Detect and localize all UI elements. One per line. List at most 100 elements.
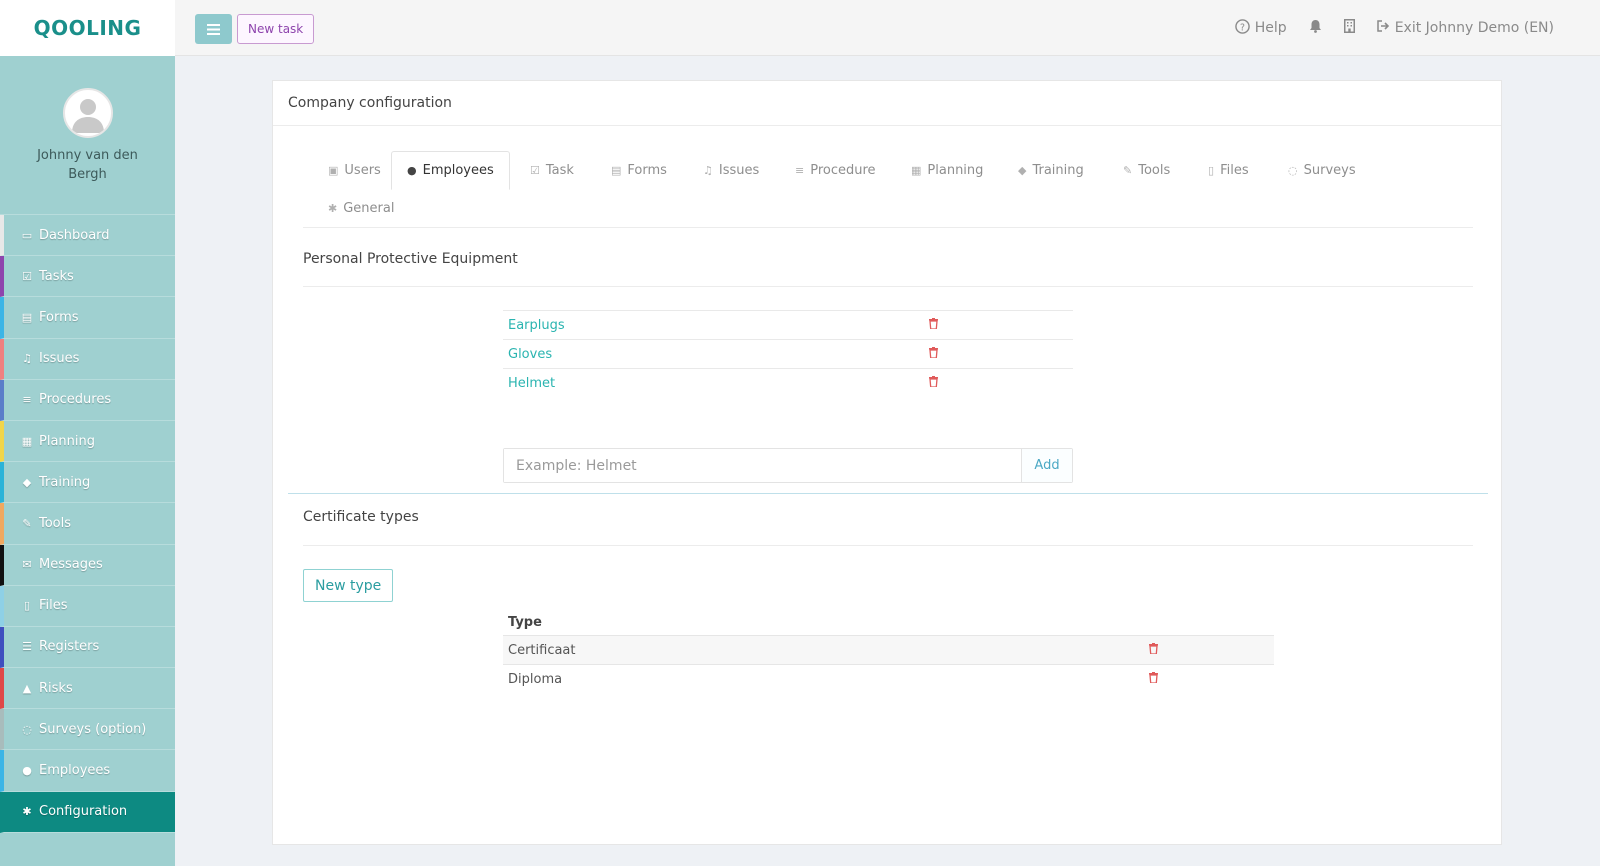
top-bar: QOOLING New task ? Help Exit Johnny Demo… bbox=[0, 0, 1600, 56]
config-tabs: ▣ Users ● Employees ☑ Task ▤ Forms ♫ Issues ≡ Proce… bbox=[303, 151, 1473, 228]
sidebar-item-label: Registers bbox=[39, 639, 100, 655]
tab-employees[interactable]: ● Employees bbox=[391, 151, 510, 190]
tab-label: Procedure bbox=[810, 163, 876, 178]
sidebar-item-risks[interactable]: ▲ Risks bbox=[0, 668, 175, 710]
sidebar-item-messages[interactable]: ✉ Messages bbox=[0, 544, 175, 586]
new-task-button[interactable]: New task bbox=[237, 14, 315, 44]
table-row: Certificaat bbox=[503, 635, 1274, 664]
users-icon: ● bbox=[407, 164, 417, 177]
user-name: Johnny van den Bergh bbox=[37, 148, 138, 182]
sidebar-item-configuration[interactable]: ✱ Configuration bbox=[0, 791, 175, 833]
svg-text:?: ? bbox=[1240, 22, 1245, 33]
trash-icon[interactable] bbox=[929, 347, 938, 361]
sidebar-item-tools[interactable]: ✎ Tools bbox=[0, 503, 175, 545]
file-icon: ▯ bbox=[23, 599, 31, 613]
tab-label: Planning bbox=[927, 163, 984, 178]
tab-label: Forms bbox=[627, 163, 667, 178]
comment-icon: ◌ bbox=[1288, 164, 1298, 177]
sidebar-item-files[interactable]: ▯ Files bbox=[0, 585, 175, 627]
sidebar-item-label: Forms bbox=[39, 309, 79, 325]
add-ppe-group: Add bbox=[503, 448, 1073, 483]
building-icon bbox=[1343, 19, 1355, 37]
sidebar-item-dashboard[interactable]: ▭ Dashboard bbox=[0, 215, 175, 257]
notifications-button[interactable] bbox=[1309, 19, 1322, 37]
bell-icon bbox=[1309, 19, 1322, 37]
checkbox-icon: ☑ bbox=[530, 164, 540, 177]
comment-icon: ◌ bbox=[22, 722, 32, 736]
tab-planning[interactable]: ▦ Planning bbox=[896, 151, 998, 190]
new-type-button[interactable]: New type bbox=[303, 569, 394, 602]
sidebar-item-employees[interactable]: ● Employees bbox=[0, 750, 175, 792]
tab-issues[interactable]: ♫ Issues bbox=[688, 151, 774, 190]
sidebar-item-label: Tasks bbox=[39, 268, 74, 284]
ppe-item-link[interactable]: Gloves bbox=[503, 347, 552, 362]
certificate-section-title: Certificate types bbox=[303, 509, 419, 525]
tab-task[interactable]: ☑ Task bbox=[515, 151, 589, 190]
bell-icon: ♫ bbox=[703, 164, 713, 177]
list-item: Earplugs bbox=[503, 310, 1073, 339]
monitor-icon: ▭ bbox=[21, 228, 33, 242]
logo[interactable]: QOOLING bbox=[34, 16, 142, 40]
id-card-icon: ▣ bbox=[328, 164, 339, 177]
trash-icon[interactable] bbox=[1149, 643, 1158, 657]
sidebar-item-label: Surveys (option) bbox=[39, 721, 147, 737]
sidebar-item-label: Files bbox=[39, 598, 68, 614]
tab-surveys[interactable]: ◌ Surveys bbox=[1273, 151, 1371, 190]
sign-out-icon bbox=[1376, 20, 1390, 36]
document-icon: ▤ bbox=[21, 310, 33, 324]
list-item: Helmet bbox=[503, 368, 1073, 397]
ppe-item-link[interactable]: Earplugs bbox=[503, 318, 565, 333]
gear-icon: ✱ bbox=[328, 202, 338, 215]
exit-demo-link[interactable]: Exit Johnny Demo (EN) bbox=[1376, 20, 1554, 36]
sidebar-item-label: Risks bbox=[39, 680, 73, 696]
sidebar-item-registers[interactable]: ☰ Registers bbox=[0, 626, 175, 669]
sidebar-nav: ▭ Dashboard ☑ Tasks ▤ Forms ♫ Issues ≡ Procedures… bbox=[0, 215, 175, 833]
sidebar-item-forms[interactable]: ▤ Forms bbox=[0, 297, 175, 339]
tab-users[interactable]: ▣ Users bbox=[313, 151, 396, 190]
company-button[interactable] bbox=[1343, 19, 1355, 37]
sidebar-item-tasks[interactable]: ☑ Tasks bbox=[0, 256, 175, 298]
tab-forms[interactable]: ▤ Forms bbox=[596, 151, 682, 190]
sidebar-item-training[interactable]: ◆ Training bbox=[0, 462, 175, 504]
trash-icon[interactable] bbox=[929, 376, 938, 390]
add-ppe-button[interactable]: Add bbox=[1021, 449, 1072, 482]
envelope-icon: ✉ bbox=[22, 558, 32, 572]
tab-label: Task bbox=[545, 163, 574, 178]
trash-icon[interactable] bbox=[1149, 672, 1158, 686]
divider bbox=[303, 545, 1473, 546]
tab-label: Users bbox=[344, 163, 381, 178]
sidebar-item-planning[interactable]: ▦ Planning bbox=[0, 420, 175, 463]
help-label: Help bbox=[1254, 20, 1287, 36]
logo-area[interactable]: QOOLING bbox=[0, 0, 175, 56]
table-header-type: Type bbox=[508, 614, 542, 630]
sidebar-item-surveys-option[interactable]: ◌ Surveys (option) bbox=[0, 709, 175, 751]
document-icon: ▤ bbox=[611, 164, 622, 177]
tab-label: Issues bbox=[718, 163, 760, 178]
tab-label: Training bbox=[1032, 163, 1084, 178]
list-item: Gloves bbox=[503, 339, 1073, 368]
help-link[interactable]: ? Help bbox=[1235, 18, 1287, 38]
ppe-input[interactable] bbox=[504, 449, 1021, 482]
certificate-types-table: Type Certificaat Diploma bbox=[503, 609, 1274, 693]
tab-tools[interactable]: ✎ Tools bbox=[1108, 151, 1185, 190]
ppe-section-title: Personal Protective Equipment bbox=[303, 251, 518, 267]
tab-training[interactable]: ◆ Training bbox=[1003, 151, 1099, 190]
trash-icon[interactable] bbox=[929, 318, 938, 332]
calendar-icon: ▦ bbox=[21, 434, 33, 448]
menu-toggle-button[interactable] bbox=[195, 14, 232, 44]
graduation-cap-icon: ◆ bbox=[1018, 164, 1027, 177]
tab-files[interactable]: ▯ Files bbox=[1193, 151, 1264, 190]
tab-general[interactable]: ✱ General bbox=[313, 189, 409, 228]
sidebar-item-issues[interactable]: ♫ Issues bbox=[0, 338, 175, 380]
sidebar-item-label: Training bbox=[39, 474, 91, 490]
ppe-item-link[interactable]: Helmet bbox=[503, 376, 555, 391]
tab-procedure[interactable]: ≡ Procedure bbox=[780, 151, 891, 190]
sidebar-item-procedures[interactable]: ≡ Procedures bbox=[0, 379, 175, 421]
list-icon: ≡ bbox=[22, 393, 32, 407]
exit-label: Exit Johnny Demo (EN) bbox=[1394, 20, 1554, 36]
avatar[interactable] bbox=[62, 88, 113, 138]
sidebar-item-label: Employees bbox=[39, 763, 111, 779]
tab-label: Files bbox=[1220, 163, 1249, 178]
tab-label: Surveys bbox=[1303, 163, 1356, 178]
sidebar-item-label: Dashboard bbox=[39, 227, 110, 243]
